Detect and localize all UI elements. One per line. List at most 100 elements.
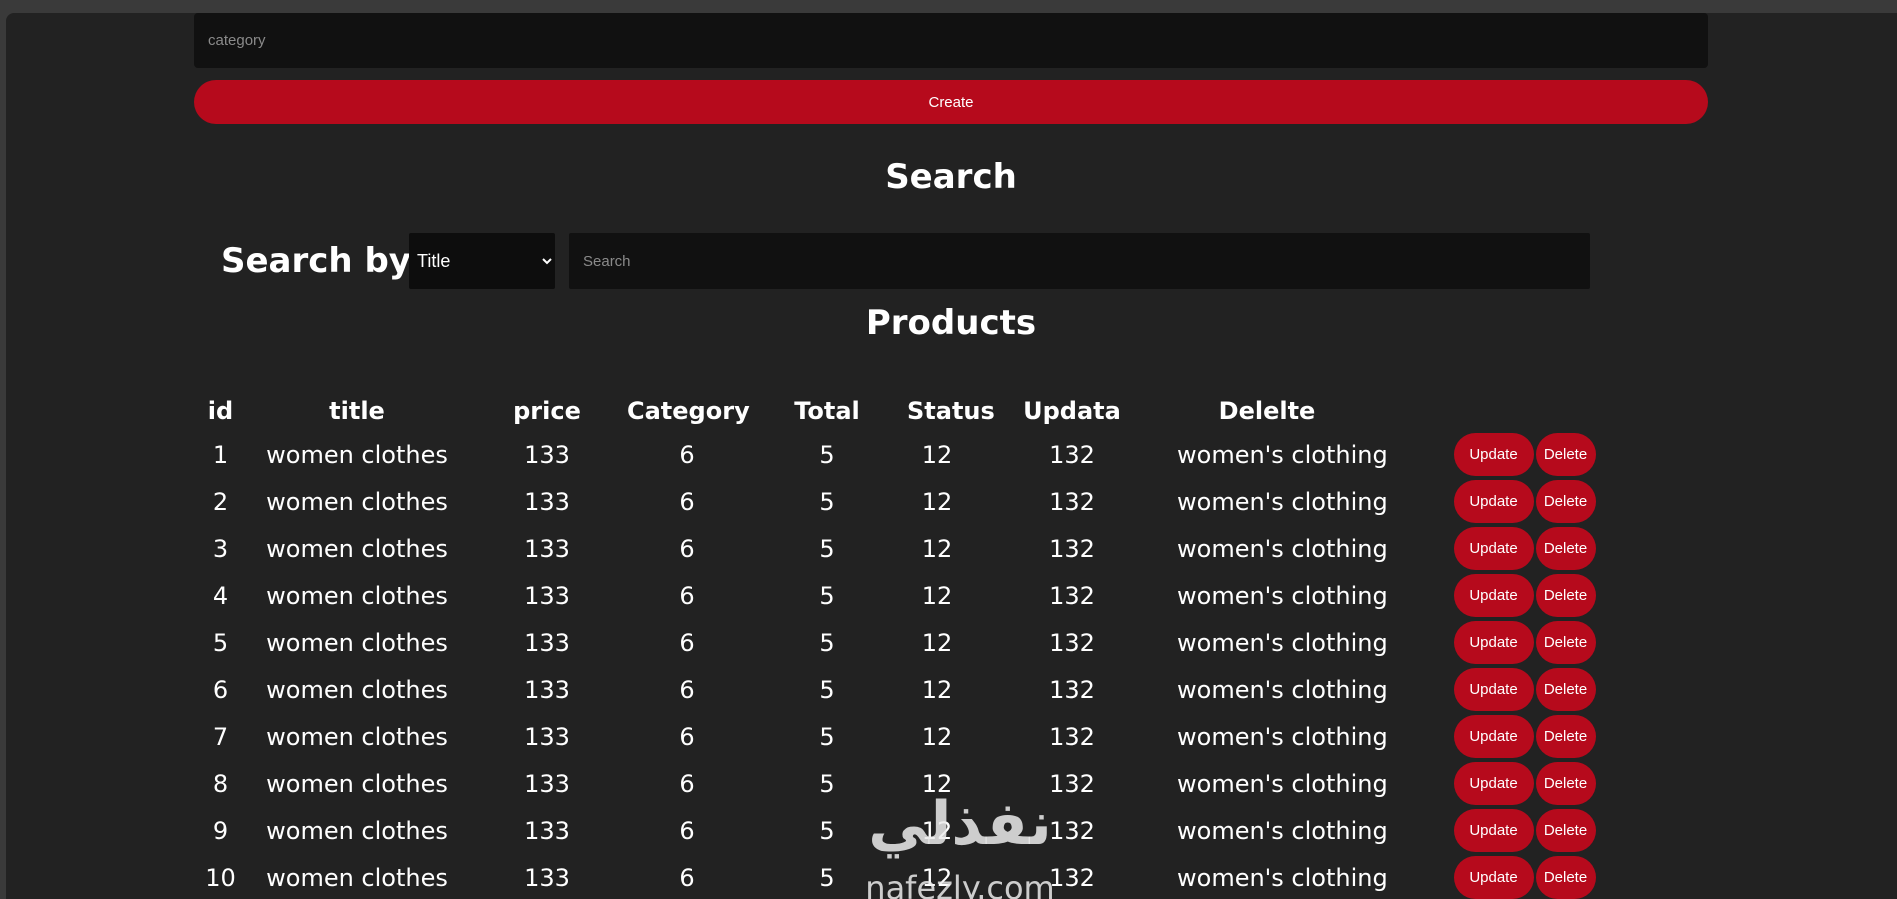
delete-button[interactable]: Delete <box>1535 433 1596 476</box>
row-actions: Update Delete <box>1357 431 1694 478</box>
update-button[interactable]: Update <box>1453 668 1534 711</box>
table-cell: 12 <box>921 769 953 798</box>
table-cell: women's clothing <box>1177 722 1388 751</box>
delete-button[interactable]: Delete <box>1535 527 1596 570</box>
table-cell: women's clothing <box>1177 863 1388 892</box>
table-cell: 5 <box>819 487 835 516</box>
update-button[interactable]: Update <box>1453 715 1534 758</box>
update-button[interactable]: Update <box>1453 621 1534 664</box>
table-cell: women's clothing <box>1177 581 1388 610</box>
table-cell: 6 <box>679 440 695 469</box>
column-header: price <box>513 397 581 425</box>
table-cell: 133 <box>524 722 570 751</box>
table-cell: 133 <box>524 816 570 845</box>
table-cell: 5 <box>819 675 835 704</box>
table-cell: 133 <box>524 863 570 892</box>
category-input[interactable] <box>194 13 1708 68</box>
table-cell: women's clothing <box>1177 816 1388 845</box>
delete-button[interactable]: Delete <box>1535 809 1596 852</box>
update-button[interactable]: Update <box>1453 856 1534 899</box>
row-actions: Update Delete <box>1357 478 1694 525</box>
delete-button[interactable]: Delete <box>1535 715 1596 758</box>
table-cell: 12 <box>921 440 953 469</box>
table-cell: 6 <box>679 487 695 516</box>
table-cell: 5 <box>819 816 835 845</box>
column-header: Category <box>627 397 750 425</box>
table-row: 9 women clothes 133 6 5 12 132 women's clothing… <box>194 807 1694 854</box>
create-button[interactable]: Create <box>194 80 1708 124</box>
search-input[interactable] <box>569 233 1590 289</box>
row-actions: Update Delete <box>1357 619 1694 666</box>
table-cell: 6 <box>679 628 695 657</box>
update-button[interactable]: Update <box>1453 762 1534 805</box>
table-cell: 5 <box>819 534 835 563</box>
table-row: 6 women clothes 133 6 5 12 132 women's clothing… <box>194 666 1694 713</box>
table-cell: women clothes <box>266 863 448 892</box>
column-header: Updata <box>1023 397 1121 425</box>
table-cell: women's clothing <box>1177 487 1388 516</box>
table-cell: 12 <box>921 628 953 657</box>
table-cell: women clothes <box>266 816 448 845</box>
column-header: Status <box>907 397 995 425</box>
table-cell: women's clothing <box>1177 675 1388 704</box>
table-row: 8 women clothes 133 6 5 12 132 women's clothing… <box>194 760 1694 807</box>
table-cell: 7 <box>212 722 229 751</box>
table-cell: 133 <box>524 581 570 610</box>
table-cell: 5 <box>819 440 835 469</box>
table-cell: 6 <box>679 675 695 704</box>
table-cell: 6 <box>679 722 695 751</box>
table-cell: women clothes <box>266 769 448 798</box>
table-row: 10 women clothes 133 6 5 12 132 women's clothin… <box>194 854 1694 899</box>
table-cell: 133 <box>524 769 570 798</box>
table-cell: 12 <box>921 534 953 563</box>
table-cell: 132 <box>1049 816 1095 845</box>
table-cell: 132 <box>1049 581 1095 610</box>
table-cell: women's clothing <box>1177 628 1388 657</box>
row-actions: Update Delete <box>1357 713 1694 760</box>
table-header-row: id title price Category Total Status Updata Del… <box>194 391 1694 431</box>
table-cell: women's clothing <box>1177 534 1388 563</box>
row-actions: Update Delete <box>1357 854 1694 899</box>
row-actions: Update Delete <box>1357 807 1694 854</box>
products-table: id title price Category Total Status Updata Del… <box>194 391 1694 899</box>
table-cell: 6 <box>212 675 229 704</box>
table-row: 4 women clothes 133 6 5 12 132 women's clothing… <box>194 572 1694 619</box>
table-cell: 132 <box>1049 487 1095 516</box>
table-cell: 5 <box>819 628 835 657</box>
table-cell: 8 <box>212 769 229 798</box>
table-row: 7 women clothes 133 6 5 12 132 women's clothing… <box>194 713 1694 760</box>
search-mode-select[interactable]: Title <box>409 233 555 289</box>
update-button[interactable]: Update <box>1453 527 1534 570</box>
column-header: Total <box>794 397 860 425</box>
table-cell: 2 <box>212 487 229 516</box>
table-row: 5 women clothes 133 6 5 12 132 women's clothing… <box>194 619 1694 666</box>
table-cell: 12 <box>921 581 953 610</box>
delete-button[interactable]: Delete <box>1535 668 1596 711</box>
delete-button[interactable]: Delete <box>1535 762 1596 805</box>
table-row: 2 women clothes 133 6 5 12 132 women's clothing… <box>194 478 1694 525</box>
table-cell: 6 <box>679 863 695 892</box>
column-header: id <box>207 397 234 425</box>
table-cell: 133 <box>524 440 570 469</box>
search-row: Search by: Title <box>221 233 1621 289</box>
table-cell: women clothes <box>266 675 448 704</box>
table-cell: women's clothing <box>1177 440 1388 469</box>
table-cell: women clothes <box>266 581 448 610</box>
update-button[interactable]: Update <box>1453 809 1534 852</box>
table-cell: women clothes <box>266 440 448 469</box>
table-cell: 12 <box>921 722 953 751</box>
delete-button[interactable]: Delete <box>1535 621 1596 664</box>
content-wrapper: Create Search Search by: Title Products <box>194 13 1714 899</box>
table-cell: 6 <box>679 769 695 798</box>
row-actions: Update Delete <box>1357 666 1694 713</box>
row-actions: Update Delete <box>1357 760 1694 807</box>
update-button[interactable]: Update <box>1453 433 1534 476</box>
update-button[interactable]: Update <box>1453 480 1534 523</box>
delete-button[interactable]: Delete <box>1535 480 1596 523</box>
delete-button[interactable]: Delete <box>1535 856 1596 899</box>
table-cell: women clothes <box>266 534 448 563</box>
update-button[interactable]: Update <box>1453 574 1534 617</box>
table-cell: 5 <box>819 581 835 610</box>
delete-button[interactable]: Delete <box>1535 574 1596 617</box>
column-header: Delelte <box>1218 397 1316 425</box>
